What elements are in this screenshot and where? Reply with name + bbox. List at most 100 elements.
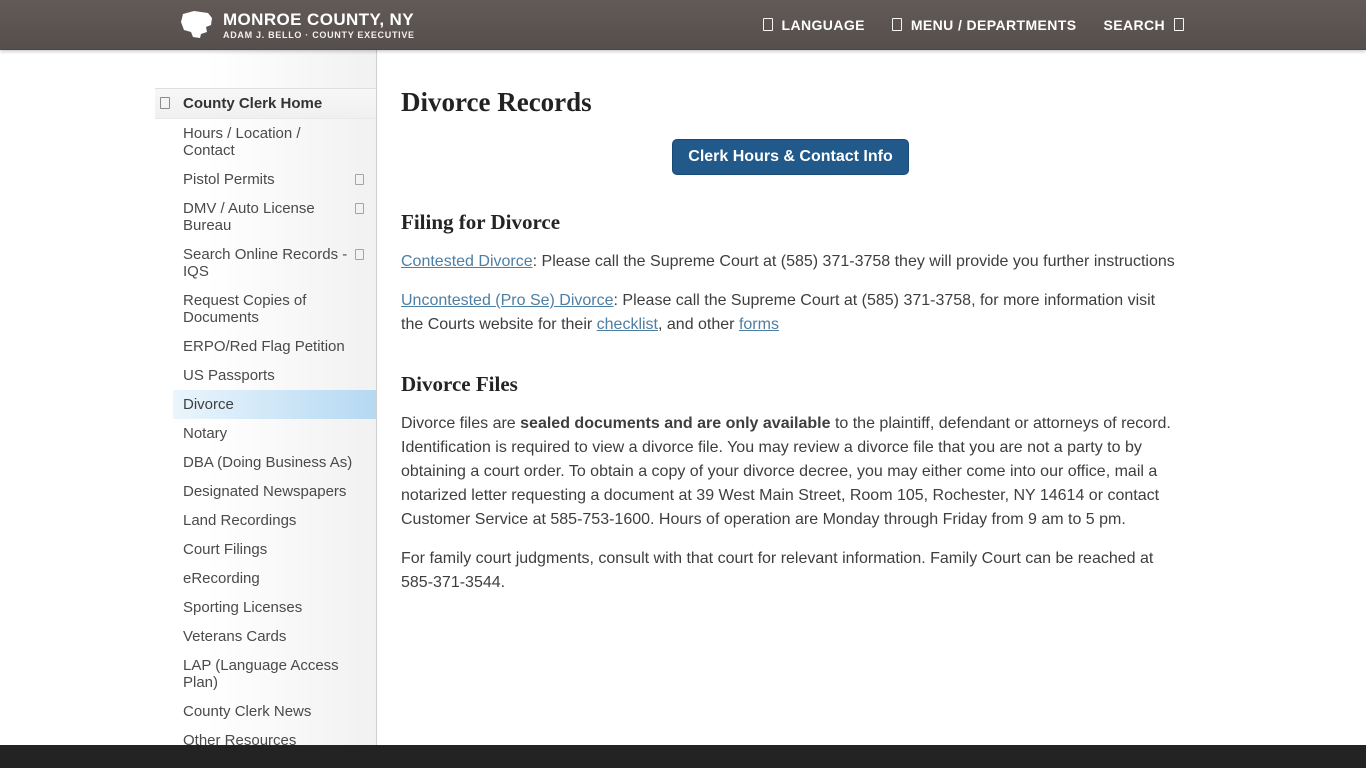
sidebar-item-us-passports: US Passports: [155, 361, 376, 390]
site-brand[interactable]: MONROE COUNTY, NY ADAM J. BELLO · COUNTY…: [180, 10, 415, 40]
sidebar-link-dmv-auto-license-bureau[interactable]: DMV / Auto License Bureau: [155, 194, 376, 240]
sidebar-list: County Clerk Home Hours / Location / Cont…: [155, 88, 376, 755]
sidebar-item-label: Other Resources: [183, 732, 296, 749]
search-icon: [1174, 18, 1184, 31]
sidebar-item-county-clerk-home: County Clerk Home: [155, 88, 376, 119]
home-icon: [160, 97, 170, 109]
filing-for-divorce-heading: Filing for Divorce: [401, 210, 1180, 235]
sidebar-item-designated-newspapers: Designated Newspapers: [155, 477, 376, 506]
sidebar-link-us-passports[interactable]: US Passports: [155, 361, 376, 390]
sidebar-link-other-resources[interactable]: Other Resources: [155, 726, 376, 755]
sidebar-link-county-clerk-home[interactable]: County Clerk Home: [155, 88, 376, 119]
contested-divorce-paragraph: Contested Divorce: Please call the Supre…: [401, 250, 1180, 274]
sidebar-item-label: Veterans Cards: [183, 628, 286, 645]
top-nav: LANGUAGE MENU / DEPARTMENTS SEARCH: [763, 17, 1184, 33]
page-title: Divorce Records: [401, 86, 1180, 118]
sidebar: County Clerk Home Hours / Location / Cont…: [0, 50, 377, 745]
button-row: Clerk Hours & Contact Info: [401, 139, 1180, 175]
expand-icon[interactable]: [355, 174, 364, 185]
sidebar-link-land-recordings[interactable]: Land Recordings: [155, 506, 376, 535]
sidebar-link-request-copies-of-documents[interactable]: Request Copies of Documents: [155, 286, 376, 332]
sidebar-item-sporting-licenses: Sporting Licenses: [155, 593, 376, 622]
checklist-link[interactable]: checklist: [597, 316, 658, 333]
sidebar-link-designated-newspapers[interactable]: Designated Newspapers: [155, 477, 376, 506]
sidebar-item-label: Request Copies of Documents: [183, 292, 306, 326]
sidebar-item-hours-location-contact: Hours / Location / Contact: [155, 119, 376, 165]
sidebar-item-label: ERPO/Red Flag Petition: [183, 338, 345, 355]
sidebar-link-sporting-licenses[interactable]: Sporting Licenses: [155, 593, 376, 622]
top-nav-label: SEARCH: [1103, 17, 1165, 33]
uncontested-pro-se-divorce-link[interactable]: Uncontested (Pro Se) Divorce: [401, 292, 614, 309]
sidebar-item-label: Sporting Licenses: [183, 599, 302, 616]
sidebar-item-request-copies-of-documents: Request Copies of Documents: [155, 286, 376, 332]
sidebar-item-other-resources: Other Resources: [155, 726, 376, 755]
sidebar-item-notary: Notary: [155, 419, 376, 448]
sidebar-item-pistol-permits: Pistol Permits: [155, 165, 376, 194]
sidebar-link-dba-doing-business-as[interactable]: DBA (Doing Business As): [155, 448, 376, 477]
uncontested-divorce-paragraph: Uncontested (Pro Se) Divorce: Please cal…: [401, 289, 1180, 337]
top-nav-label: LANGUAGE: [782, 17, 865, 33]
sidebar-item-dmv-auto-license-bureau: DMV / Auto License Bureau: [155, 194, 376, 240]
text-run: , and other: [658, 316, 739, 333]
sidebar-link-erecording[interactable]: eRecording: [155, 564, 376, 593]
main-content: Divorce Records Clerk Hours & Contact In…: [377, 50, 1366, 745]
sidebar-item-label: DBA (Doing Business As): [183, 454, 352, 471]
sidebar-item-label: Notary: [183, 425, 227, 442]
expand-icon[interactable]: [355, 203, 364, 214]
sidebar-item-label: eRecording: [183, 570, 260, 587]
sidebar-link-notary[interactable]: Notary: [155, 419, 376, 448]
sidebar-item-label: Land Recordings: [183, 512, 296, 529]
sidebar-link-pistol-permits[interactable]: Pistol Permits: [155, 165, 376, 194]
sidebar-item-label: County Clerk Home: [183, 95, 322, 112]
text-run: For family court judgments, consult with…: [401, 550, 1153, 591]
sidebar-item-label: Divorce: [183, 396, 234, 413]
expand-icon[interactable]: [355, 249, 364, 260]
sidebar-item-erpo-red-flag-petition: ERPO/Red Flag Petition: [155, 332, 376, 361]
language-icon: [763, 18, 773, 31]
sidebar-item-label: US Passports: [183, 367, 275, 384]
sidebar-item-search-online-records-iqs: Search Online Records - IQS: [155, 240, 376, 286]
site-header: MONROE COUNTY, NY ADAM J. BELLO · COUNTY…: [0, 0, 1366, 50]
sidebar-link-search-online-records-iqs[interactable]: Search Online Records - IQS: [155, 240, 376, 286]
sidebar-item-court-filings: Court Filings: [155, 535, 376, 564]
sidebar-item-label: DMV / Auto License Bureau: [183, 200, 315, 234]
contested-divorce-link[interactable]: Contested Divorce: [401, 253, 533, 270]
county-logo-icon: [180, 10, 213, 40]
text-run: Divorce files are: [401, 415, 520, 432]
sidebar-item-label: Designated Newspapers: [183, 483, 346, 500]
site-title: MONROE COUNTY, NY: [223, 10, 415, 29]
sidebar-nav: County Clerk Home Hours / Location / Cont…: [155, 88, 376, 755]
sidebar-item-lap-language-access-plan: LAP (Language Access Plan): [155, 651, 376, 697]
page-body: County Clerk Home Hours / Location / Cont…: [0, 50, 1366, 745]
sidebar-item-veterans-cards: Veterans Cards: [155, 622, 376, 651]
sidebar-item-county-clerk-news: County Clerk News: [155, 697, 376, 726]
sidebar-item-erecording: eRecording: [155, 564, 376, 593]
sidebar-item-land-recordings: Land Recordings: [155, 506, 376, 535]
sidebar-item-label: Court Filings: [183, 541, 267, 558]
sidebar-link-court-filings[interactable]: Court Filings: [155, 535, 376, 564]
sidebar-link-lap-language-access-plan[interactable]: LAP (Language Access Plan): [155, 651, 376, 697]
sidebar-item-divorce: Divorce: [155, 390, 376, 419]
top-nav-language[interactable]: LANGUAGE: [763, 17, 865, 33]
divorce-files-paragraph: Divorce files are sealed documents and a…: [401, 412, 1180, 532]
family-court-paragraph: For family court judgments, consult with…: [401, 547, 1180, 595]
text-run: : Please call the Supreme Court at (585)…: [533, 253, 1175, 270]
sidebar-link-hours-location-contact[interactable]: Hours / Location / Contact: [155, 119, 376, 165]
top-nav-label: MENU / DEPARTMENTS: [911, 17, 1077, 33]
divorce-files-heading: Divorce Files: [401, 372, 1180, 397]
top-nav-menu-departments[interactable]: MENU / DEPARTMENTS: [892, 17, 1077, 33]
clerk-hours-contact-button[interactable]: Clerk Hours & Contact Info: [672, 139, 908, 175]
menu-departments-icon: [892, 18, 902, 31]
sidebar-link-veterans-cards[interactable]: Veterans Cards: [155, 622, 376, 651]
forms-link[interactable]: forms: [739, 316, 779, 333]
sidebar-item-label: Hours / Location / Contact: [183, 125, 301, 159]
top-nav-search[interactable]: SEARCH: [1103, 17, 1184, 33]
sidebar-item-label: County Clerk News: [183, 703, 311, 720]
sidebar-link-county-clerk-news[interactable]: County Clerk News: [155, 697, 376, 726]
bold-text: sealed documents and are only available: [520, 415, 830, 432]
sidebar-item-label: Search Online Records - IQS: [183, 246, 347, 280]
sidebar-item-label: LAP (Language Access Plan): [183, 657, 339, 691]
sidebar-link-divorce[interactable]: Divorce: [173, 390, 376, 419]
sidebar-link-erpo-red-flag-petition[interactable]: ERPO/Red Flag Petition: [155, 332, 376, 361]
sidebar-item-label: Pistol Permits: [183, 171, 275, 188]
